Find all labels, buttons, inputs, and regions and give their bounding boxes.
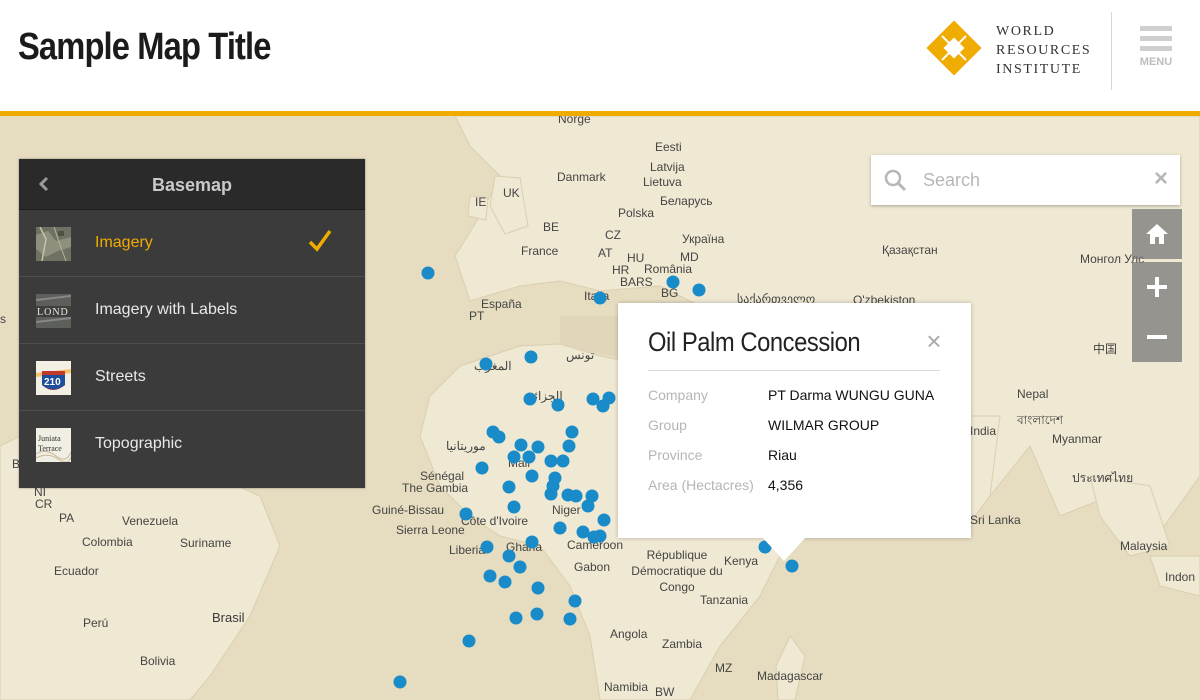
- page-title: Sample Map Title: [18, 26, 271, 68]
- concession-point[interactable]: [785, 559, 799, 573]
- search-input[interactable]: [921, 165, 1145, 195]
- feature-popup: Oil Palm Concession × Company PT Darma W…: [618, 303, 971, 538]
- concession-point[interactable]: [502, 480, 516, 494]
- menu-label: MENU: [1139, 56, 1173, 68]
- concession-point[interactable]: [525, 469, 539, 483]
- zoom-out-button[interactable]: [1132, 312, 1182, 362]
- concession-point[interactable]: [556, 454, 570, 468]
- home-button[interactable]: [1132, 209, 1182, 259]
- logo-wordmark: WORLD RESOURCES INSTITUTE: [996, 22, 1106, 79]
- popup-divider: [648, 370, 940, 371]
- popup-value: PT Darma WUNGU GUNA: [768, 387, 935, 403]
- search-box: ×: [871, 155, 1180, 205]
- popup-key: Group: [648, 417, 687, 433]
- popup-value: Riau: [768, 447, 797, 463]
- popup-value: 4,356: [768, 477, 804, 493]
- basemap-option-label: Streets: [95, 368, 146, 385]
- concession-point[interactable]: [562, 439, 576, 453]
- concession-point[interactable]: [565, 425, 579, 439]
- minus-icon: [1147, 335, 1167, 339]
- popup-key: Province: [648, 447, 703, 463]
- concession-point[interactable]: [480, 540, 494, 554]
- concession-point[interactable]: [509, 611, 523, 625]
- imagery-thumb-icon: [36, 227, 71, 261]
- header: Sample Map Title WORLD RESOURCES INSTITU…: [0, 0, 1200, 116]
- concession-point[interactable]: [523, 392, 537, 406]
- concession-point[interactable]: [498, 575, 512, 589]
- concession-point[interactable]: [524, 350, 538, 364]
- search-icon: [884, 169, 907, 192]
- concession-point[interactable]: [569, 489, 583, 503]
- concession-point[interactable]: [597, 513, 611, 527]
- concession-point[interactable]: [593, 529, 607, 543]
- basemap-option-streets[interactable]: 210 Streets: [19, 344, 365, 411]
- concession-point[interactable]: [563, 612, 577, 626]
- close-icon[interactable]: ×: [923, 328, 945, 354]
- concession-point[interactable]: [544, 454, 558, 468]
- menu-button[interactable]: MENU: [1130, 26, 1182, 86]
- concession-point[interactable]: [502, 549, 516, 563]
- concession-point[interactable]: [551, 398, 565, 412]
- concession-point[interactable]: [522, 450, 536, 464]
- basemap-panel-header: Basemap: [19, 159, 365, 210]
- hamburger-icon: [1140, 26, 1172, 31]
- concession-point[interactable]: [513, 560, 527, 574]
- concession-point[interactable]: [514, 438, 528, 452]
- zoom-in-button[interactable]: [1132, 262, 1182, 312]
- logo-line-1: WORLD: [996, 24, 1056, 39]
- basemap-panel-title: Basemap: [151, 175, 233, 195]
- concession-point[interactable]: [530, 607, 544, 621]
- topographic-thumb-icon: Juniata Terrace: [36, 428, 71, 462]
- concession-point[interactable]: [483, 569, 497, 583]
- basemap-option-label: Topographic: [95, 435, 183, 452]
- concession-point[interactable]: [492, 430, 506, 444]
- concession-point[interactable]: [525, 535, 539, 549]
- concession-point[interactable]: [475, 461, 489, 475]
- concession-point[interactable]: [459, 507, 473, 521]
- concession-point[interactable]: [581, 499, 595, 513]
- concession-point[interactable]: [544, 487, 558, 501]
- thumb-text: Terrace: [38, 444, 62, 453]
- popup-value: WILMAR GROUP: [768, 417, 880, 433]
- concession-point[interactable]: [462, 634, 476, 648]
- concession-point[interactable]: [421, 266, 435, 280]
- header-divider: [1111, 12, 1112, 90]
- popup-key: Company: [648, 387, 708, 403]
- close-icon[interactable]: ×: [1151, 167, 1171, 191]
- basemap-option-label: Imagery with Labels: [95, 301, 238, 318]
- basemap-option-imagery[interactable]: Imagery: [19, 210, 365, 277]
- concession-point[interactable]: [553, 521, 567, 535]
- home-icon: [1146, 224, 1168, 244]
- concession-point[interactable]: [666, 275, 680, 289]
- streets-thumb-icon: 210: [36, 361, 71, 395]
- concession-point[interactable]: [692, 283, 706, 297]
- logo-line-2: RESOURCES: [996, 43, 1092, 58]
- basemap-option-label: Imagery: [95, 234, 153, 251]
- checkmark-icon: [308, 229, 332, 252]
- thumb-text: 210: [44, 377, 61, 388]
- basemap-panel: Basemap Imagery LOND Imagery with Labels…: [19, 159, 365, 488]
- logo-line-3: INSTITUTE: [996, 62, 1082, 77]
- concession-point[interactable]: [479, 357, 493, 371]
- concession-point[interactable]: [568, 594, 582, 608]
- concession-point[interactable]: [531, 581, 545, 595]
- thumb-text: LOND: [37, 307, 69, 318]
- thumb-text: Juniata: [38, 434, 61, 443]
- plus-icon: [1147, 277, 1167, 297]
- hamburger-icon-bar: [1140, 36, 1172, 41]
- basemap-option-topographic[interactable]: Juniata Terrace Topographic: [19, 411, 365, 477]
- concession-point[interactable]: [593, 291, 607, 305]
- concession-point[interactable]: [507, 500, 521, 514]
- basemap-option-imagery-with-labels[interactable]: LOND Imagery with Labels: [19, 277, 365, 344]
- concession-point[interactable]: [507, 450, 521, 464]
- popup-pointer: [762, 537, 806, 561]
- concession-point[interactable]: [596, 399, 610, 413]
- hamburger-icon-bar: [1140, 46, 1172, 51]
- popup-title: Oil Palm Concession: [648, 327, 861, 357]
- concession-point[interactable]: [531, 440, 545, 454]
- concession-point[interactable]: [393, 675, 407, 689]
- popup-key: Area (Hectacres): [648, 477, 754, 493]
- wri-logo-icon: [926, 20, 982, 76]
- imagery-labels-thumb-icon: LOND: [36, 294, 71, 328]
